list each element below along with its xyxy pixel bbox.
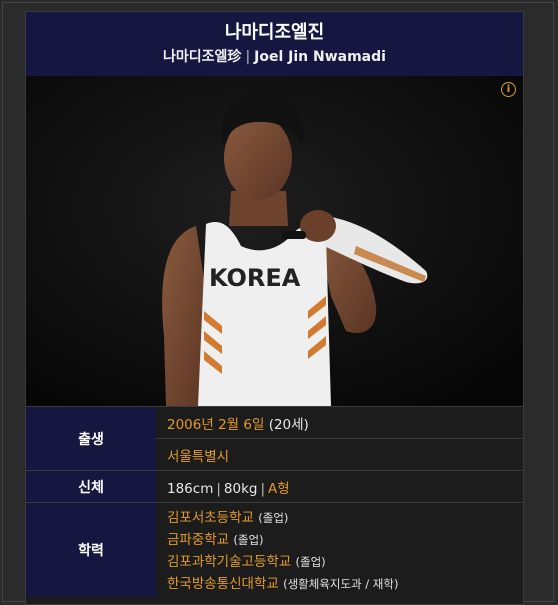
table-row: 출생 2006년 2월 6일 (20세) — [26, 406, 523, 471]
name-subtitle: 나마디조엘珍 | Joel Jin Nwamadi — [26, 47, 523, 67]
page-title: 나마디조엘진 — [224, 22, 325, 43]
athlete-portrait: KOREA — [26, 76, 523, 406]
school-link[interactable]: 김포과학기술고등학교 — [167, 554, 291, 570]
school-status: (졸업) — [258, 511, 289, 525]
separator: | — [260, 480, 266, 497]
birth-date-cell: 2006년 2월 6일 (20세) — [156, 406, 523, 439]
height-text: 186cm — [167, 480, 214, 497]
birth-date-link[interactable]: 2006년 2월 6일 — [167, 417, 264, 433]
infobox-table: 출생 2006년 2월 6일 (20세) 서울특별시 신체 186cm | 80kg… — [26, 406, 523, 597]
info-icon[interactable]: i — [501, 82, 516, 97]
list-item: 김포서초등학교 (졸업) — [167, 507, 523, 529]
birth-place-link[interactable]: 서울특별시 — [167, 449, 229, 465]
school-status: (졸업) — [295, 555, 326, 569]
school-status: (생활체육지도과 / 재학) — [283, 577, 399, 591]
table-row: 신체 186cm | 80kg | A형 — [26, 470, 523, 503]
separator: | — [216, 480, 221, 497]
school-link[interactable]: 금파중학교 — [167, 532, 229, 548]
profile-infobox: 나마디조엘진 나마디조엘珍 | Joel Jin Nwamadi KOREA i… — [25, 11, 524, 605]
profile-photo[interactable]: KOREA i — [26, 76, 523, 406]
table-row: 학력 김포서초등학교 (졸업) 금파중학교 (졸업) 김포과학기술고등학교 (졸… — [26, 502, 523, 597]
school-status: (졸업) — [233, 533, 264, 547]
blood-type-link[interactable]: A형 — [268, 481, 290, 497]
education-cell: 김포서초등학교 (졸업) 금파중학교 (졸업) 김포과학기술고등학교 (졸업) … — [156, 502, 523, 597]
row-label-birth: 출생 — [26, 406, 156, 471]
list-item: 김포과학기술고등학교 (졸업) — [167, 551, 523, 573]
birth-place-cell: 서울특별시 — [156, 438, 523, 471]
body-cell: 186cm | 80kg | A형 — [156, 470, 523, 503]
row-label-education: 학력 — [26, 502, 156, 597]
row-label-body: 신체 — [26, 470, 156, 503]
native-name: 나마디조엘珍 — [163, 49, 242, 65]
list-item: 금파중학교 (졸업) — [167, 529, 523, 551]
weight-text: 80kg — [223, 480, 258, 497]
shirt-text: KOREA — [209, 264, 301, 292]
name-separator: | — [245, 49, 251, 65]
infobox-header: 나마디조엘진 나마디조엘珍 | Joel Jin Nwamadi — [26, 12, 523, 76]
age-text: (20세) — [268, 416, 309, 433]
school-link[interactable]: 김포서초등학교 — [167, 510, 254, 526]
english-name: Joel Jin Nwamadi — [254, 49, 386, 65]
list-item: 한국방송통신대학교 (생활체육지도과 / 재학) — [167, 573, 523, 595]
school-link[interactable]: 한국방송통신대학교 — [167, 576, 279, 592]
